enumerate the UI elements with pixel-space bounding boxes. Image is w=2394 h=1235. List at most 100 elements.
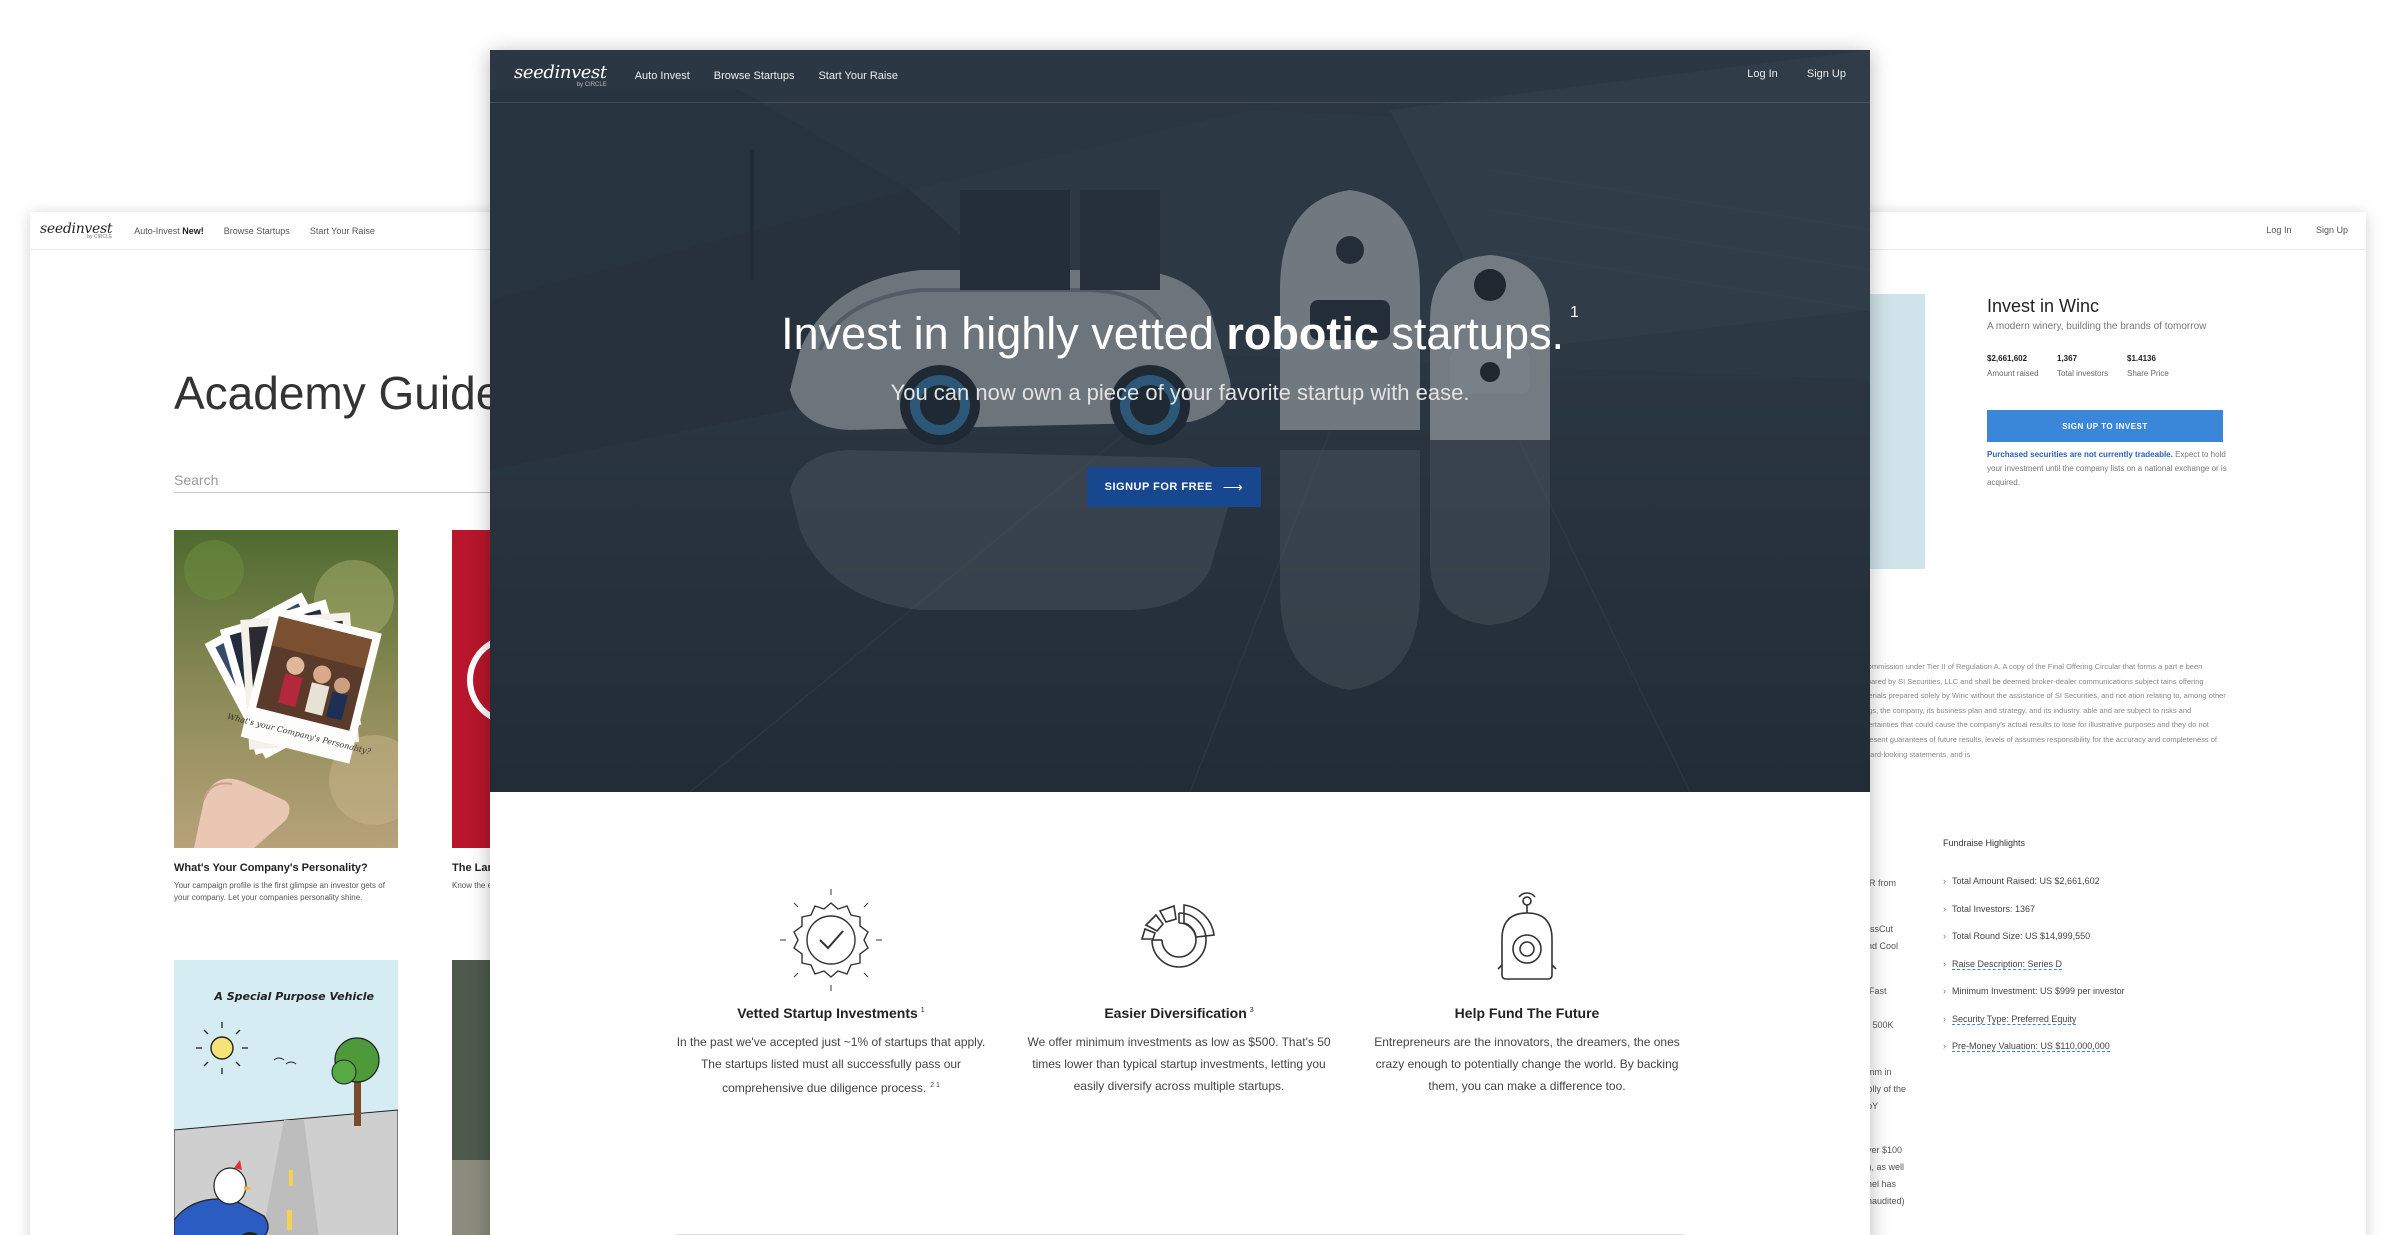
guide-card[interactable]: What's your Company's Personality? What'… — [174, 530, 398, 904]
highlight-text: Security Type: Preferred Equity — [1952, 1013, 2077, 1025]
nav-auto-invest[interactable]: Auto Invest — [635, 70, 690, 82]
nav-auto-invest-label: Auto-Invest — [134, 225, 180, 236]
tradeability-note-bold: Purchased securities are not currently t… — [1987, 450, 2173, 459]
legal-disclaimer: e Commission under Tier II of Regulation… — [1856, 662, 2226, 759]
screenshot-stage: seedinvest by CIRCLE Auto-Invest New! Br… — [0, 0, 2394, 1235]
stat-label: Total investors — [2057, 369, 2109, 378]
guide-card-image: A Special Purpose Vehicle — [174, 960, 398, 1235]
nav-start-your-raise[interactable]: Start Your Raise — [310, 226, 375, 236]
signup-for-free-button[interactable]: SIGNUP FOR FREE ⟶ — [1087, 467, 1261, 507]
search-input[interactable]: Search — [174, 472, 514, 493]
nav-auto-invest[interactable]: Auto-Invest New! — [134, 226, 204, 236]
signup-for-free-label: SIGNUP FOR FREE — [1104, 481, 1213, 493]
offering-subtitle: A modern winery, building the brands of … — [1987, 321, 2207, 332]
highlight-text: Minimum Investment: US $999 per investor — [1952, 986, 2125, 996]
illustration-caption: A Special Purpose Vehicle — [213, 990, 374, 1003]
highlight-text: Total Investors: 1367 — [1952, 903, 2036, 914]
guide-card[interactable]: A Special Purpose Vehicle — [174, 960, 398, 1235]
hero-headline: Invest in highly vetted robotic startups… — [490, 304, 1870, 360]
text-fragment-line: and Cool — [1862, 941, 1899, 951]
feature-title: Easier Diversification 3 — [1019, 1005, 1339, 1021]
feature-title: Vetted Startup Investments 1 — [671, 1005, 991, 1021]
text-fragment: rossCut and Cool — [1862, 921, 1932, 955]
stat-share-price: $1.4136 Share Price — [2127, 354, 2169, 378]
offering-title: Invest in Winc — [1987, 296, 2100, 316]
text-fragment-line: s — [1862, 1000, 1932, 1017]
highlight-item: Minimum Investment: US $999 per investor — [1943, 986, 2125, 1014]
fundraise-highlights-list: Total Amount Raised: US $2,661,602 Total… — [1943, 876, 2125, 1069]
highlight-item: Total Amount Raised: US $2,661,602 — [1943, 876, 2125, 904]
text-fragment-line: nnel has — [1862, 1179, 1897, 1189]
seedinvest-logo[interactable]: seedinvest by CIRCLE — [40, 222, 113, 240]
stat-value: $1.4136 — [2127, 354, 2156, 363]
text-fragment-line: 4mm in — [1862, 1067, 1892, 1077]
highlight-item[interactable]: Raise Description: Series D — [1943, 958, 2125, 987]
feature-description: We offer minimum investments as low as $… — [1027, 1035, 1331, 1093]
fundraise-highlights-title: Fundraise Highlights — [1943, 838, 2026, 848]
highlight-item[interactable]: Security Type: Preferred Equity — [1943, 1013, 2125, 1042]
text-fragment-line: GR from — [1862, 878, 1897, 888]
login-link[interactable]: Log In — [2266, 225, 2291, 235]
logo-byline: by CIRCLE — [576, 82, 607, 88]
guide-card-desc: Your campaign profile is the first glimp… — [174, 881, 385, 902]
footnote-marker[interactable]: 1 — [1570, 304, 1579, 321]
hero-section: seedinvest by CIRCLE Auto Invest Browse … — [490, 50, 1870, 792]
hero-background-image — [490, 50, 1870, 792]
hero-headline-pre: Invest in highly vetted — [781, 308, 1214, 359]
footnote-marker[interactable]: 2 1 — [930, 1082, 940, 1089]
logo-wordmark: seedinvest — [514, 62, 607, 83]
text-fragment: 4mm in Folly of the YoY — [1862, 1064, 1932, 1115]
text-fragment-line: er 500K — [1862, 1020, 1894, 1030]
badge-check-icon — [776, 885, 886, 995]
text-fragment-line: unaudited) — [1862, 1196, 1905, 1206]
footnote-marker[interactable]: 3 — [1250, 1007, 1254, 1014]
hero-headline-post: startups. — [1391, 308, 1564, 359]
nav-browse-startups[interactable]: Browse Startups — [714, 70, 795, 82]
feature-help-fund-the-future: Help Fund The Future Entrepreneurs are t… — [1367, 885, 1687, 1097]
highlight-text: Pre-Money Valuation: US $110,000,000 — [1952, 1041, 2110, 1052]
text-fragment-line: Folly of the — [1862, 1084, 1907, 1094]
text-fragment-line: w), as well — [1862, 1162, 1905, 1172]
highlight-text: Total Round Size: US $14,999,550 — [1952, 931, 2091, 941]
nav-browse-startups[interactable]: Browse Startups — [224, 226, 290, 236]
login-link[interactable]: Log In — [1747, 68, 1778, 80]
new-badge: New! — [182, 225, 204, 236]
stat-value: $2,661,602 — [1987, 354, 2028, 363]
logo-byline: by CIRCLE — [87, 233, 113, 240]
stat-value: 1,367 — [2057, 354, 2078, 363]
highlight-text: Total Amount Raised: US $2,661,602 — [1952, 876, 2100, 886]
tradeability-note: Purchased securities are not currently t… — [1987, 448, 2227, 490]
text-fragment: GR from — [1862, 875, 1932, 892]
text-fragment-line: rossCut — [1862, 924, 1894, 934]
seedinvest-logo[interactable]: seedinvest by CIRCLE — [514, 62, 607, 89]
robot-icon — [1472, 885, 1582, 995]
pie-chart-icon — [1124, 885, 1234, 995]
footnote-marker[interactable]: 1 — [921, 1007, 925, 1014]
stat-amount-raised: $2,661,602 Amount raised — [1987, 354, 2039, 378]
text-fragment: over $100 w), as well nnel has unaudited) — [1862, 1142, 1932, 1210]
feature-title-text: Easier Diversification — [1104, 1005, 1247, 1021]
text-fragment: y Fast s er 500K — [1862, 983, 1932, 1034]
stat-total-investors: 1,367 Total investors — [2057, 354, 2108, 378]
text-fragment-line: YoY — [1862, 1101, 1879, 1111]
signup-link[interactable]: Sign Up — [1807, 68, 1846, 80]
highlight-item: Total Investors: 1367 — [1943, 904, 2125, 932]
hero-subheadline: You can now own a piece of your favorite… — [890, 380, 1470, 405]
page-title: Academy Guides — [174, 367, 525, 419]
feature-easier-diversification: Easier Diversification 3 We offer minimum… — [1019, 885, 1339, 1097]
feature-title: Help Fund The Future — [1454, 1005, 1600, 1021]
feature-vetted-startups: Vetted Startup Investments 1 In the past … — [671, 885, 991, 1099]
signup-link[interactable]: Sign Up — [2316, 225, 2348, 235]
sign-up-to-invest-button[interactable]: SIGN UP TO INVEST — [1987, 410, 2223, 442]
nav-start-your-raise[interactable]: Start Your Raise — [818, 70, 898, 82]
highlight-item: Total Round Size: US $14,999,550 — [1943, 931, 2125, 959]
hero-headline-bold: robotic — [1226, 308, 1379, 359]
stat-label: Share Price — [2127, 369, 2169, 378]
highlight-text: Raise Description: Series D — [1952, 958, 2063, 970]
guide-card-title: What's Your Company's Personality? — [174, 862, 368, 874]
highlight-item[interactable]: Pre-Money Valuation: US $110,000,000 — [1943, 1041, 2125, 1069]
main-nav: seedinvest by CIRCLE Auto Invest Browse … — [490, 50, 1870, 103]
guide-card-image: What's your Company's Personality? — [174, 530, 398, 848]
stat-label: Amount raised — [1987, 369, 2039, 378]
arrow-right-icon: ⟶ — [1222, 478, 1244, 495]
